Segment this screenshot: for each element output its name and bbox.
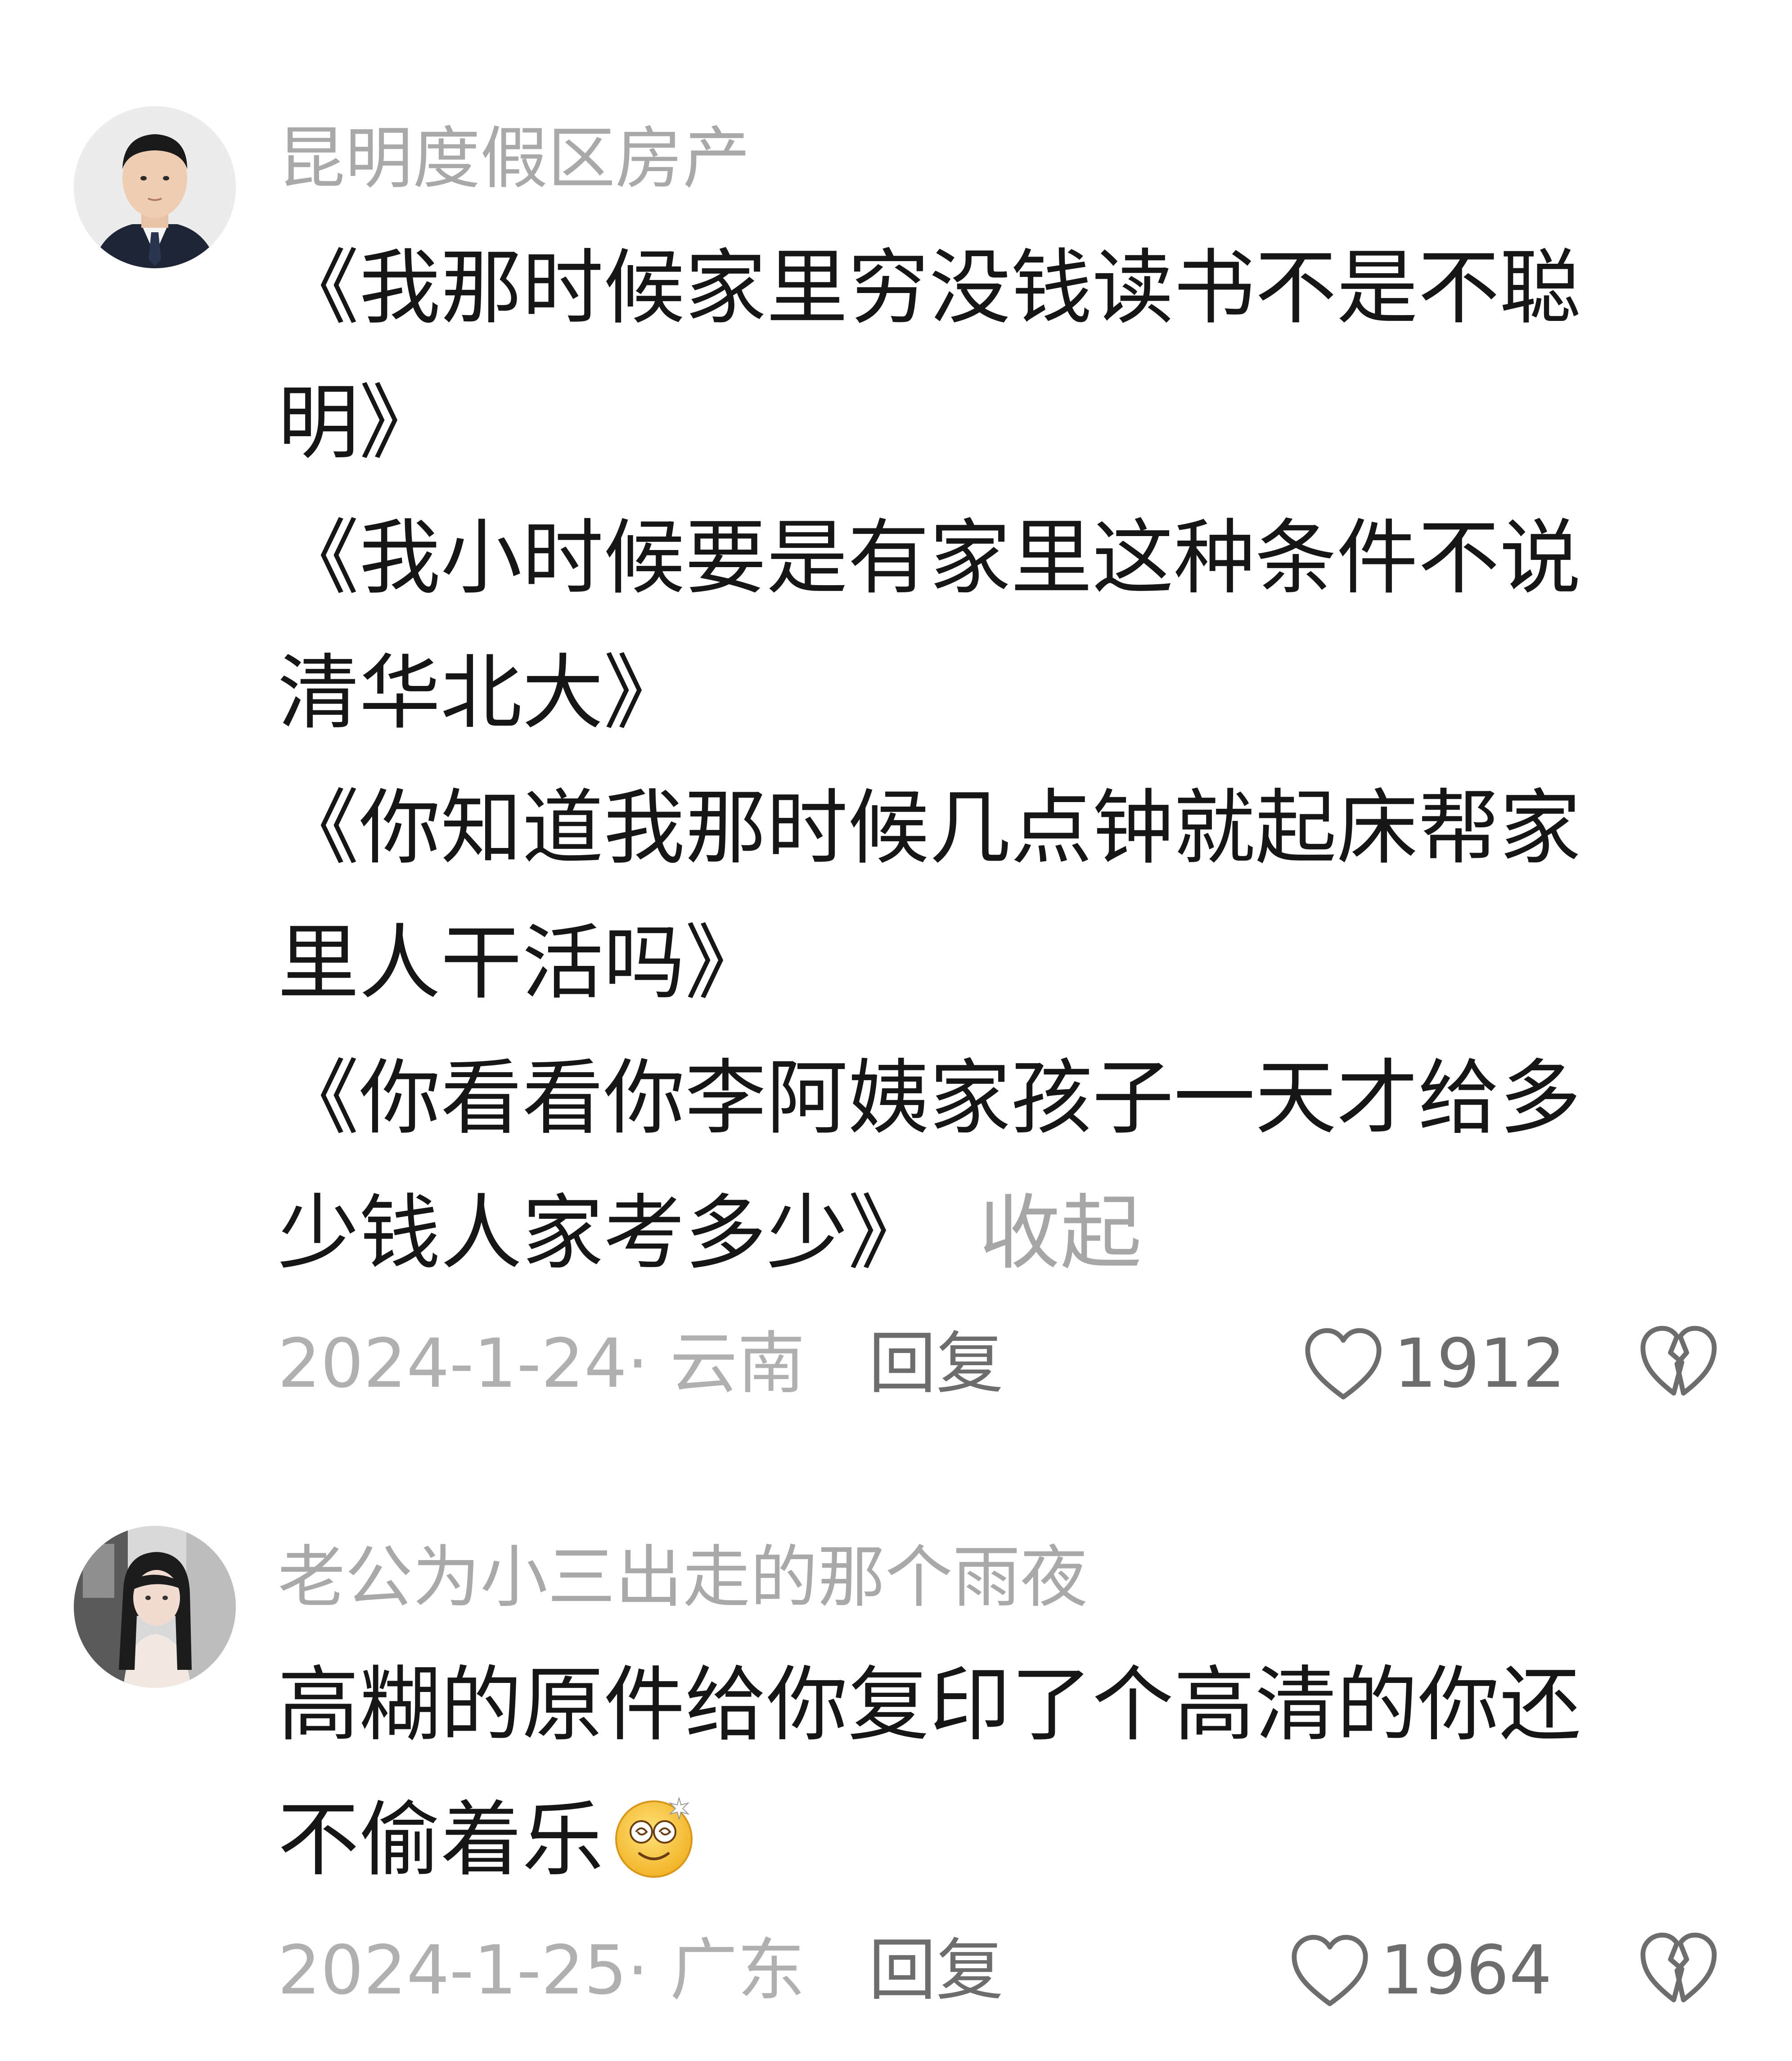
comment-meta: 2024-1-24· 云南 回复 1912	[0, 1319, 1792, 1409]
comment-line: 《我小时候要是有家里这种条件不说	[278, 510, 1581, 605]
comment-body: 高糊的原件给你复印了个高清的你还 不偷着乐	[278, 1637, 1664, 1908]
man-in-suit-icon	[74, 106, 236, 268]
reply-button[interactable]: 回复	[869, 1930, 1004, 2011]
like-count: 1964	[1380, 1931, 1552, 2010]
comment-line: 《你知道我那时候几点钟就起床帮家	[278, 780, 1581, 875]
dizzy-smile-emoji-icon	[615, 1797, 693, 1878]
comment-line: 高糊的原件给你复印了个高清的你还	[278, 1657, 1581, 1752]
heart-icon	[1292, 1935, 1368, 2007]
comment-line: 里人干活吗》	[278, 915, 766, 1010]
broken-heart-icon	[1640, 1932, 1717, 2002]
comment-username[interactable]: 老公为小三出走的那个雨夜	[278, 1535, 1088, 1620]
like-button[interactable]: 1964	[1289, 1926, 1552, 2016]
comment-line-text: 不偷着乐	[278, 1792, 603, 1887]
comment-time-location: 2024-1-25· 广东	[278, 1931, 805, 2010]
dislike-button[interactable]	[1638, 1323, 1719, 1400]
comment-body: 《我那时候家里穷没钱读书不是不聪 明》 《我小时候要是有家里这种条件不说 清华北…	[278, 221, 1664, 1301]
comment-line-last: 少钱人家考多少》 收起	[278, 1166, 1664, 1301]
comment-line: 明》	[278, 375, 441, 470]
comment-username[interactable]: 昆明度假区房产	[278, 116, 750, 202]
collapse-button[interactable]: 收起	[979, 1186, 1142, 1281]
comment-line-text: 少钱人家考多少》	[278, 1186, 929, 1281]
comment-line: 《我那时候家里穷没钱读书不是不聪	[278, 240, 1581, 335]
like-count: 1912	[1394, 1325, 1566, 1403]
long-haired-girl-icon	[74, 1526, 236, 1688]
comment-time-location: 2024-1-24· 云南	[278, 1325, 805, 1403]
comment-line-last: 不偷着乐	[278, 1772, 1664, 1908]
heart-icon	[1305, 1328, 1382, 1400]
reply-button[interactable]: 回复	[869, 1323, 1004, 1404]
comment-line: 《你看看你李阿姨家孩子一天才给多	[278, 1051, 1581, 1146]
like-button[interactable]: 1912	[1303, 1319, 1566, 1409]
comment-line: 清华北大》	[278, 645, 685, 740]
broken-heart-icon	[1640, 1326, 1717, 1396]
comment-meta: 2024-1-25· 广东 回复 1964	[0, 1926, 1792, 2016]
comment-list: 昆明度假区房产 《我那时候家里穷没钱读书不是不聪 明》 《我小时候要是有家里这种…	[0, 0, 1792, 2061]
avatar[interactable]	[74, 1526, 236, 1688]
dislike-button[interactable]	[1638, 1930, 1719, 2007]
avatar[interactable]	[74, 106, 236, 268]
